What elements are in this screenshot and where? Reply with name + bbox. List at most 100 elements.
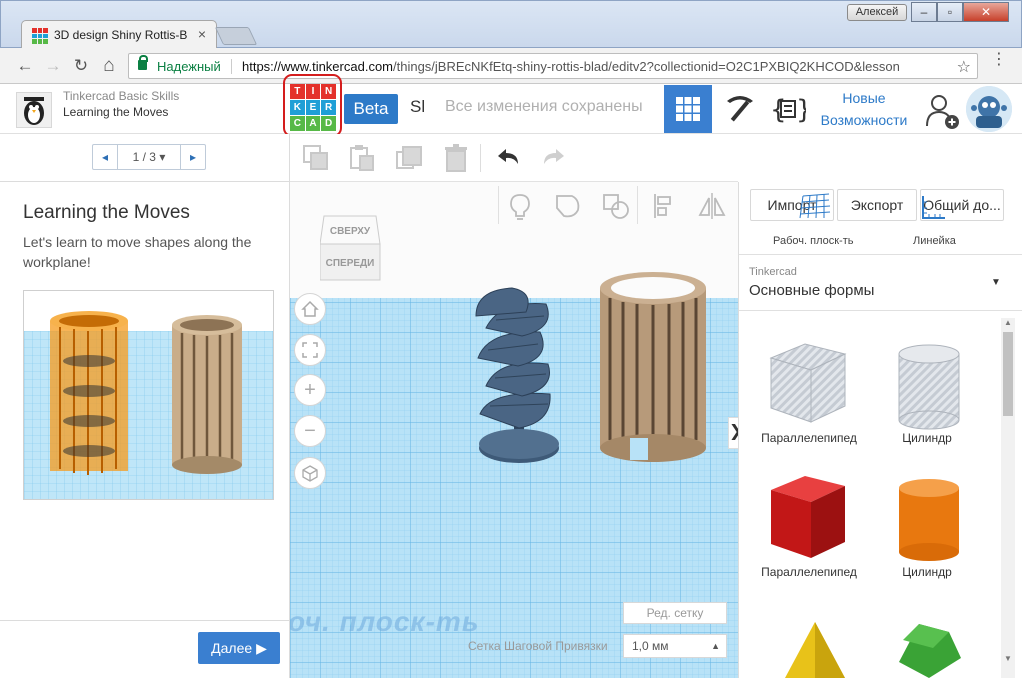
fit-view-icon: [302, 342, 318, 358]
ruler-tool-label[interactable]: Линейка: [913, 235, 956, 247]
redo-icon: [544, 149, 564, 164]
undo-button[interactable]: [492, 142, 524, 174]
new-features-link[interactable]: Новые Возможности: [816, 85, 912, 133]
code-braces-icon: { }: [770, 95, 813, 125]
copy-button[interactable]: [300, 142, 332, 174]
bookmark-star-icon[interactable]: ☆: [957, 57, 971, 77]
next-step-button[interactable]: ▸: [181, 145, 205, 169]
blocks-view-button[interactable]: [716, 85, 764, 133]
export-button[interactable]: Экспорт: [837, 189, 917, 221]
duplicate-button[interactable]: [394, 142, 426, 174]
ruler-icon[interactable]: [919, 192, 949, 222]
workplane-grid-icon[interactable]: [799, 192, 833, 222]
logo-letter: R: [321, 100, 336, 115]
lightbulb-icon: [510, 194, 530, 220]
lesson-panel: ◂ 1 / 3 ▾ ▸ Learning the Moves Let's lea…: [0, 134, 290, 678]
group-button[interactable]: [552, 190, 584, 222]
ungroup-button[interactable]: [600, 190, 632, 222]
library-select[interactable]: Основные формы: [749, 282, 874, 299]
align-icon: [654, 194, 671, 218]
workplane-watermark: оч. плоск-ть: [290, 606, 480, 637]
shape-label: Цилиндр: [902, 565, 952, 579]
chevron-up-icon: ▲: [711, 641, 720, 651]
mirror-button[interactable]: [696, 190, 728, 222]
paste-button[interactable]: [346, 142, 378, 174]
slatted-cylinder-model[interactable]: [600, 272, 706, 462]
shape-cylinder[interactable]: [869, 456, 989, 576]
browser-tab[interactable]: 3D design Shiny Rottis-B ×: [21, 20, 217, 49]
edit-grid-button[interactable]: Ред. сетку: [623, 602, 727, 624]
shape-box[interactable]: [753, 456, 873, 576]
shape-box-hole[interactable]: [753, 322, 873, 442]
zoom-out-button[interactable]: −: [294, 415, 326, 447]
next-button[interactable]: Далее ▶: [198, 632, 280, 664]
forward-icon[interactable]: →: [42, 55, 64, 77]
logo-letter: T: [290, 84, 305, 99]
svg-text:}: }: [796, 95, 806, 124]
window-maximize-button[interactable]: ▫: [937, 2, 963, 22]
shapes-panel: Импорт Экспорт Общий до... Рабоч. плоск-…: [738, 182, 1022, 678]
red-box-icon: [771, 476, 845, 558]
fit-view-button[interactable]: [294, 334, 326, 366]
redo-button[interactable]: [538, 142, 570, 174]
reload-icon[interactable]: ↻: [70, 55, 92, 77]
new-tab-button[interactable]: [214, 27, 258, 45]
prev-step-button[interactable]: ◂: [93, 145, 117, 169]
group-icon: [556, 195, 580, 218]
tab-close-icon[interactable]: ×: [198, 26, 206, 42]
scroll-thumb[interactable]: [1003, 332, 1013, 416]
lesson-course-name: Tinkercad Basic Skills: [63, 89, 180, 103]
view-cube-icon: СВЕРХУ СПЕРЕДИ: [319, 215, 381, 281]
shapes-scrollbar[interactable]: ▲ ▼: [1001, 318, 1015, 678]
scroll-up-icon[interactable]: ▲: [1001, 318, 1015, 330]
align-button[interactable]: [648, 190, 680, 222]
edit-toolbar: [290, 134, 738, 182]
shape-gem-icon[interactable]: [889, 618, 969, 678]
home-icon[interactable]: ⌂: [98, 55, 120, 77]
design-name[interactable]: Sl: [410, 97, 430, 117]
striped-cylinder-icon: [898, 344, 960, 430]
lesson-illustration: [23, 290, 274, 500]
address-bar[interactable]: Надежный https://www.tinkercad.com/thing…: [128, 53, 978, 79]
collapse-panel-button[interactable]: ❯: [728, 417, 738, 449]
url-text[interactable]: https://www.tinkercad.com/things/jBREcNK…: [242, 59, 950, 74]
3d-viewport[interactable]: СВЕРХУ СПЕРЕДИ + − ❯ оч. плоск-ть Ред. с…: [290, 182, 738, 678]
tinkercad-logo[interactable]: TIN KER CAD: [290, 84, 336, 131]
shape-cylinder-hole[interactable]: [869, 322, 989, 442]
workplane-tool-label[interactable]: Рабоч. плоск-ть: [773, 235, 853, 247]
profile-avatar[interactable]: [966, 86, 1012, 132]
browser-user-chip[interactable]: Алексей: [847, 4, 907, 21]
window-close-button[interactable]: ✕: [963, 2, 1009, 22]
tab-title: 3D design Shiny Rottis-B: [54, 28, 188, 42]
logo-letter: D: [321, 116, 336, 131]
logo-letter: E: [305, 100, 321, 115]
add-user-icon: [926, 95, 959, 129]
logo-letter: K: [290, 100, 305, 115]
plus-icon: +: [304, 379, 316, 401]
add-user-button[interactable]: [924, 90, 960, 130]
scroll-down-icon[interactable]: ▼: [1001, 654, 1015, 666]
perspective-button[interactable]: [294, 457, 326, 489]
beta-badge: Beta: [344, 94, 398, 124]
3d-view-button[interactable]: [664, 85, 712, 133]
logo-letter: N: [321, 84, 336, 99]
lesson-name: Learning the Moves: [63, 105, 169, 119]
shape-roof-icon[interactable]: [775, 618, 855, 678]
window-minimize-button[interactable]: –: [911, 2, 937, 22]
back-icon[interactable]: ←: [14, 55, 36, 77]
zoom-in-button[interactable]: +: [294, 374, 326, 406]
delete-button[interactable]: [440, 142, 472, 174]
cube-top-label: СВЕРХУ: [330, 226, 371, 237]
codeblocks-button[interactable]: { }: [764, 85, 813, 133]
step-selector[interactable]: 1 / 3 ▾: [117, 145, 181, 169]
browser-menu-icon[interactable]: ⋮: [990, 52, 1008, 75]
view-cube[interactable]: СВЕРХУ СПЕРЕДИ: [319, 210, 384, 282]
chevron-down-icon[interactable]: ▼: [991, 277, 1001, 288]
home-view-button[interactable]: [294, 293, 326, 325]
show-hint-button[interactable]: [504, 190, 536, 222]
tinkercad-favicon-icon: [32, 28, 48, 44]
saved-status: Все изменения сохранены: [445, 98, 643, 115]
snap-grid-select[interactable]: 1,0 мм ▲: [623, 634, 727, 658]
home-icon: [301, 300, 319, 317]
chevron-down-icon: ▾: [159, 150, 166, 164]
